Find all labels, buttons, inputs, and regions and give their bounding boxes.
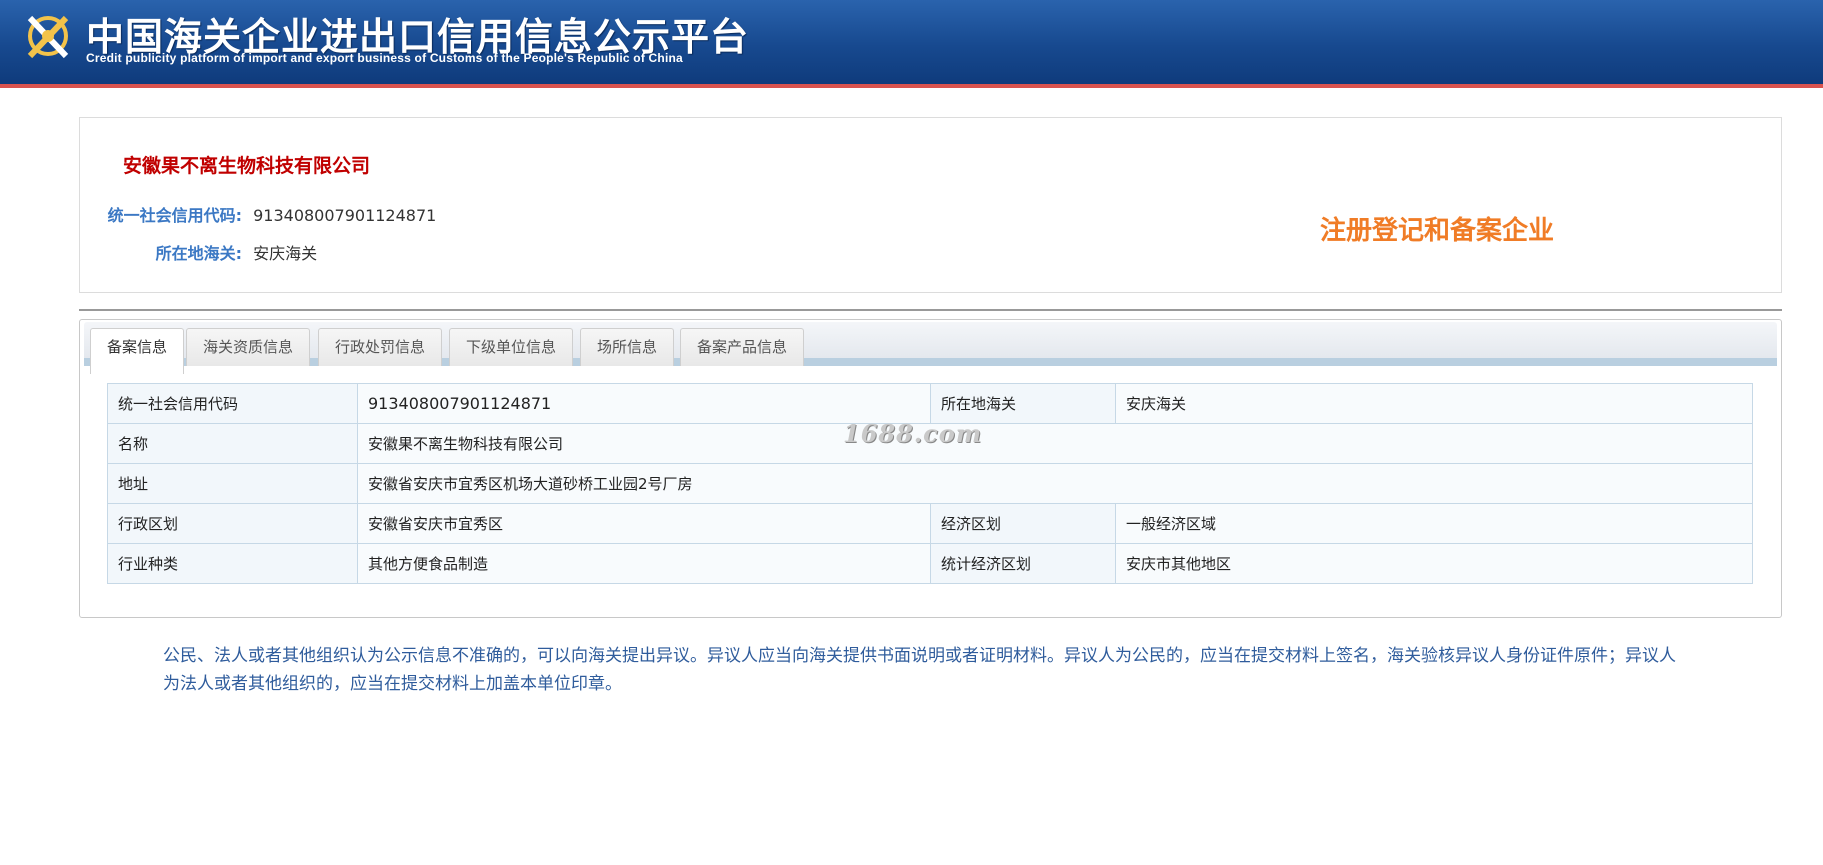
table-row: 统一社会信用代码 913408007901124871 所在地海关 安庆海关 [107, 383, 1753, 424]
watermark: 1688.com [843, 419, 983, 448]
table-key: 统一社会信用代码 [107, 383, 358, 424]
customs-row: 所在地海关: 安庆海关 [80, 240, 318, 264]
table-key: 行政区划 [107, 503, 358, 544]
company-info-card: 安徽果不离生物科技有限公司 统一社会信用代码: 9134080079011248… [79, 117, 1782, 293]
table-value: 一般经济区域 [1115, 503, 1753, 544]
tab-bar: 备案信息 海关资质信息 行政处罚信息 下级单位信息 场所信息 备案产品信息 [84, 322, 1777, 374]
tab-customs-qualification[interactable]: 海关资质信息 [186, 328, 311, 366]
table-key: 所在地海关 [930, 383, 1116, 424]
tab-panel: 备案信息 海关资质信息 行政处罚信息 下级单位信息 场所信息 备案产品信息 统一… [79, 319, 1782, 618]
registration-stamp: 注册登记和备案企业 [1320, 216, 1555, 246]
table-value: 其他方便食品制造 [357, 543, 931, 584]
site-subtitle: Credit publicity platform of import and … [86, 51, 683, 65]
table-row: 地址 安徽省安庆市宜秀区机场大道砂桥工业园2号厂房 [107, 463, 1753, 504]
table-key: 经济区划 [930, 503, 1116, 544]
credit-code-row: 统一社会信用代码: 913408007901124871 [80, 202, 437, 226]
table-key: 名称 [107, 423, 358, 464]
table-value: 安庆市其他地区 [1115, 543, 1753, 584]
tab-filing-info[interactable]: 备案信息 [90, 328, 185, 374]
divider [79, 309, 1782, 311]
objection-notice: 公民、法人或者其他组织认为公示信息不准确的，可以向海关提出异议。异议人应当向海关… [163, 646, 1676, 694]
customs-label: 所在地海关: [155, 244, 242, 263]
customs-emblem-icon [27, 15, 69, 59]
table-value: 安徽省安庆市宜秀区 [357, 503, 931, 544]
table-key: 行业种类 [107, 543, 358, 584]
table-value: 安庆海关 [1115, 383, 1753, 424]
tab-site-info[interactable]: 场所信息 [580, 328, 675, 366]
table-value: 913408007901124871 [357, 383, 931, 424]
site-header: 中国海关企业进出口信用信息公示平台 Credit publicity platf… [0, 0, 1823, 88]
table-value: 安徽果不离生物科技有限公司 [357, 423, 1753, 464]
filing-detail-table: 统一社会信用代码 913408007901124871 所在地海关 安庆海关 名… [107, 383, 1753, 584]
company-name: 安徽果不离生物科技有限公司 [123, 155, 371, 177]
table-row: 行业种类 其他方便食品制造 统计经济区划 安庆市其他地区 [107, 543, 1753, 584]
table-value: 安徽省安庆市宜秀区机场大道砂桥工业园2号厂房 [357, 463, 1753, 504]
credit-code-label: 统一社会信用代码: [107, 206, 242, 225]
credit-code-value: 913408007901124871 [253, 206, 437, 225]
tab-subordinate-units[interactable]: 下级单位信息 [449, 328, 574, 366]
tab-administrative-penalty[interactable]: 行政处罚信息 [318, 328, 443, 366]
table-key: 统计经济区划 [930, 543, 1116, 584]
customs-value: 安庆海关 [253, 244, 318, 263]
tab-filed-products[interactable]: 备案产品信息 [680, 328, 805, 366]
table-key: 地址 [107, 463, 358, 504]
table-row: 行政区划 安徽省安庆市宜秀区 经济区划 一般经济区域 [107, 503, 1753, 544]
